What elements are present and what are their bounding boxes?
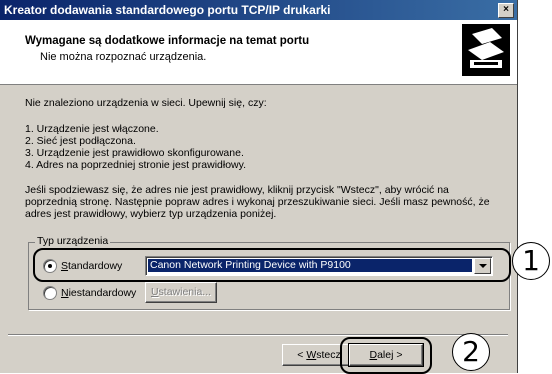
device-type-legend: Typ urządzenia (35, 235, 111, 247)
custom-radio-label[interactable]: Niestandardowy (61, 287, 136, 299)
checklist-item: 1. Urządzenie jest włączone. (25, 123, 159, 135)
close-button[interactable]: × (498, 3, 514, 18)
checklist-item: 4. Adres na poprzedniej stronie jest pra… (25, 159, 247, 171)
custom-radio[interactable] (43, 286, 57, 300)
checklist-item: 2. Sieć jest podłączona. (25, 135, 136, 147)
callout-number-one: 1 (512, 242, 550, 280)
advice-line: Jeśli spodziewasz się, że adres nie jest… (25, 184, 449, 196)
wizard-header: Wymagane są dodatkowe informacje na tema… (0, 20, 517, 85)
close-icon: × (503, 4, 509, 15)
footer-separator (8, 334, 508, 336)
header-subtitle: Nie można rozpoznać urządzenia. (40, 51, 207, 63)
callout-frame-next (340, 337, 432, 374)
settings-button[interactable]: Ustawienia... (145, 282, 217, 303)
window-title: Kreator dodawania standardowego portu TC… (4, 3, 331, 17)
intro-text: Nie znaleziono urządzenia w sieci. Upewn… (25, 97, 267, 109)
advice-line: adres jest prawidłowy, wybierz typ urząd… (25, 208, 277, 220)
wizard-window: Kreator dodawania standardowego portu TC… (0, 0, 518, 373)
checklist-item: 3. Urządzenie jest prawidłowo skonfiguro… (25, 147, 244, 159)
header-title: Wymagane są dodatkowe informacje na tema… (25, 35, 310, 47)
callout-number-two: 2 (452, 333, 490, 371)
title-bar: Kreator dodawania standardowego portu TC… (0, 0, 517, 20)
callout-frame-standard (33, 248, 511, 282)
printer-wizard-icon (462, 24, 510, 76)
advice-line: poprzednią stronę. Następnie popraw adre… (25, 196, 490, 208)
